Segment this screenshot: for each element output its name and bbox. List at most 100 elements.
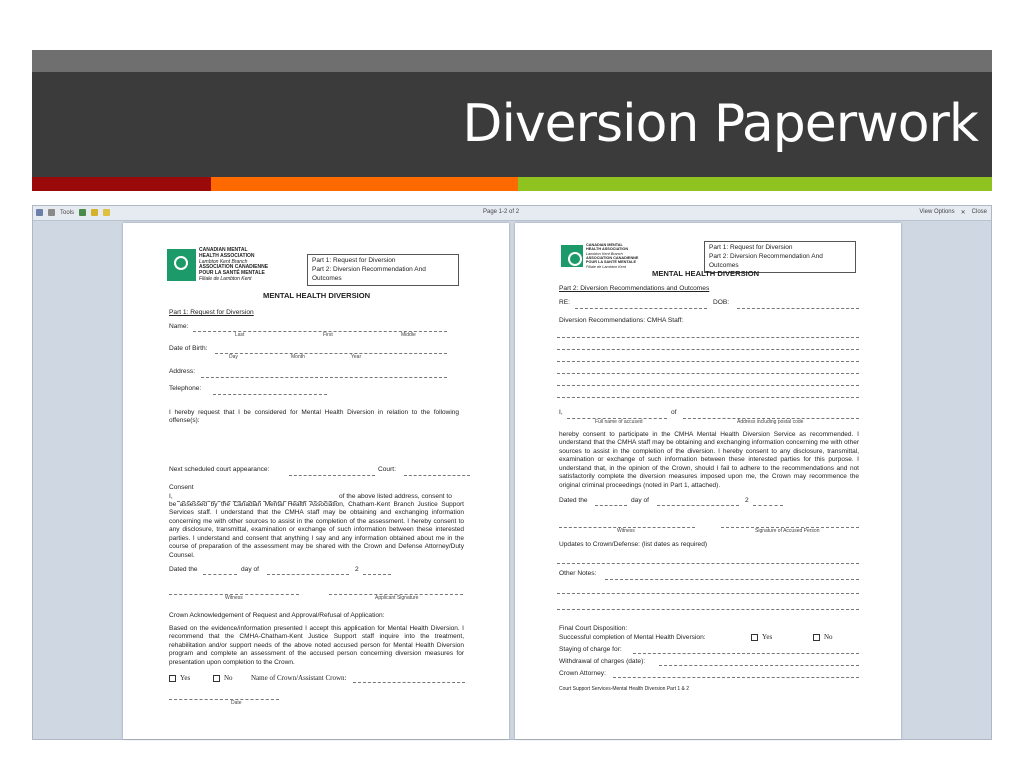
- other-notes-label: Other Notes:: [559, 570, 597, 577]
- cmha-logo-icon: [167, 249, 196, 282]
- applicant-signature-label: Applicant Signature: [375, 595, 419, 601]
- dob-field[interactable]: [215, 347, 447, 354]
- crown-date-label: Date: [231, 700, 242, 706]
- staying-label: Staying of charge for:: [559, 646, 622, 653]
- recommendations-label: Diversion Recommendations: CMHA Staff:: [559, 317, 684, 324]
- year-prefix: 2: [355, 566, 359, 573]
- final-disposition-label: Final Court Disposition:: [559, 625, 628, 632]
- full-name-label: Full name of accused: [595, 419, 643, 425]
- no-checkbox[interactable]: [813, 633, 820, 641]
- dated-month-field[interactable]: [267, 568, 349, 575]
- telephone-field[interactable]: [213, 388, 327, 395]
- success-yes-option[interactable]: Yes: [751, 633, 772, 642]
- no-checkbox[interactable]: [213, 674, 220, 682]
- other-notes-line-3[interactable]: [557, 605, 859, 610]
- part-title: Part 2: Diversion Recommendations and Ou…: [559, 285, 710, 292]
- witness-label: Witness: [617, 528, 635, 534]
- name-field[interactable]: [193, 325, 447, 332]
- day-of-label: day of: [631, 497, 649, 504]
- dob-label: DOB:: [713, 299, 730, 306]
- day-of-label: day of: [241, 566, 259, 573]
- address-field[interactable]: [201, 371, 447, 378]
- highlight-icon[interactable]: [91, 209, 99, 216]
- cmha-logo-icon: [561, 245, 583, 268]
- accent-red: [32, 177, 211, 191]
- crown-yes-option[interactable]: Yes: [169, 674, 190, 683]
- dated-day-field[interactable]: [203, 568, 237, 575]
- name-first-label: First: [323, 332, 333, 338]
- recommendation-line-2[interactable]: [557, 345, 859, 350]
- dob-field[interactable]: [737, 302, 859, 309]
- name-last-label: Last: [235, 332, 245, 338]
- form-heading: MENTAL HEALTH DIVERSION: [652, 269, 760, 278]
- crown-name-label: Name of Crown/Assistant Crown:: [251, 674, 347, 682]
- slide-top-strip: [32, 50, 992, 72]
- re-label: RE:: [559, 299, 570, 306]
- address-postal-label: Address including postal code: [737, 419, 804, 425]
- other-notes-line-2[interactable]: [557, 589, 859, 594]
- dated-day-field[interactable]: [595, 499, 627, 506]
- close-button[interactable]: Close: [972, 209, 987, 216]
- recommendation-line-3[interactable]: [557, 357, 859, 362]
- court-date-field[interactable]: [289, 469, 375, 476]
- withdrawal-field[interactable]: [659, 661, 859, 666]
- slide-title-bar: Diversion Paperwork: [32, 72, 992, 177]
- yes-checkbox[interactable]: [169, 674, 176, 682]
- other-notes-line-1[interactable]: [605, 575, 859, 580]
- tools-menu[interactable]: Tools: [60, 210, 74, 216]
- dated-year-field[interactable]: [363, 568, 391, 575]
- updates-line[interactable]: [557, 559, 859, 564]
- withdrawal-label: Withdrawal of charges (date):: [559, 658, 646, 665]
- recommendation-line-4[interactable]: [557, 369, 859, 374]
- cmha-logo-text: CANADIAN MENTAL HEALTH ASSOCIATION Lambto…: [586, 243, 639, 269]
- recommendation-line-5[interactable]: [557, 381, 859, 386]
- crown-no-option[interactable]: No: [213, 674, 233, 683]
- page-indicator[interactable]: Page 1-2 of 2: [483, 209, 519, 215]
- success-no-option[interactable]: No: [813, 633, 833, 642]
- view-options-menu[interactable]: View Options: [919, 209, 954, 216]
- save-icon[interactable]: [36, 209, 43, 216]
- crown-name-field[interactable]: [353, 678, 465, 683]
- slide-title: Diversion Paperwork: [462, 94, 979, 154]
- court-appearance-label: Next scheduled court appearance:: [169, 466, 270, 473]
- telephone-label: Telephone:: [169, 385, 202, 392]
- name-middle-label: Middle: [401, 332, 416, 338]
- i-label: I,: [559, 409, 563, 416]
- recommendation-line-1[interactable]: [557, 333, 859, 338]
- part-title: Part 1: Request for Diversion: [169, 309, 254, 316]
- print-icon[interactable]: [48, 209, 55, 216]
- court-field[interactable]: [404, 469, 470, 476]
- accused-name-field[interactable]: [567, 412, 667, 419]
- crown-attorney-field[interactable]: [613, 673, 859, 678]
- dob-label: Date of Birth:: [169, 345, 208, 352]
- dob-month-label: Month: [291, 354, 305, 360]
- dob-day-label: Day: [229, 354, 238, 360]
- dated-month-field[interactable]: [657, 499, 739, 506]
- crown-date-field[interactable]: [169, 695, 279, 700]
- consent-heading: Consent: [169, 484, 194, 491]
- accused-address-field[interactable]: [683, 412, 859, 419]
- year-prefix: 2: [745, 497, 749, 504]
- address-label: Address:: [169, 368, 196, 375]
- yes-checkbox[interactable]: [751, 633, 758, 641]
- spelling-icon[interactable]: [79, 209, 87, 216]
- document-page-2: CANADIAN MENTAL HEALTH ASSOCIATION Lambto…: [515, 223, 901, 739]
- dated-year-field[interactable]: [753, 499, 783, 506]
- request-text: I hereby request that I be considered fo…: [169, 409, 459, 425]
- staying-field[interactable]: [633, 649, 859, 654]
- witness-label: Witness: [225, 595, 243, 601]
- cmha-logo: CANADIAN MENTAL HEALTH ASSOCIATION Lambto…: [167, 247, 268, 283]
- name-label: Name:: [169, 323, 189, 330]
- crown-heading: Crown Acknowledgement of Request and App…: [169, 612, 385, 619]
- comment-icon[interactable]: [103, 209, 111, 216]
- crown-attorney-label: Crown Attorney:: [559, 670, 606, 677]
- of-label: of: [671, 409, 677, 416]
- close-icon[interactable]: ✕: [961, 209, 966, 216]
- participation-consent-text: hereby consent to participate in the CMH…: [559, 431, 859, 489]
- part-index-box: Part 1: Request for Diversion Part 2: Div…: [307, 254, 459, 287]
- re-field[interactable]: [575, 302, 707, 309]
- document-page-1: CANADIAN MENTAL HEALTH ASSOCIATION Lambto…: [123, 223, 509, 739]
- recommendation-line-6[interactable]: [557, 393, 859, 398]
- accent-color-bar: [32, 177, 992, 191]
- updates-label: Updates to Crown/Defense: (list dates as…: [559, 541, 708, 548]
